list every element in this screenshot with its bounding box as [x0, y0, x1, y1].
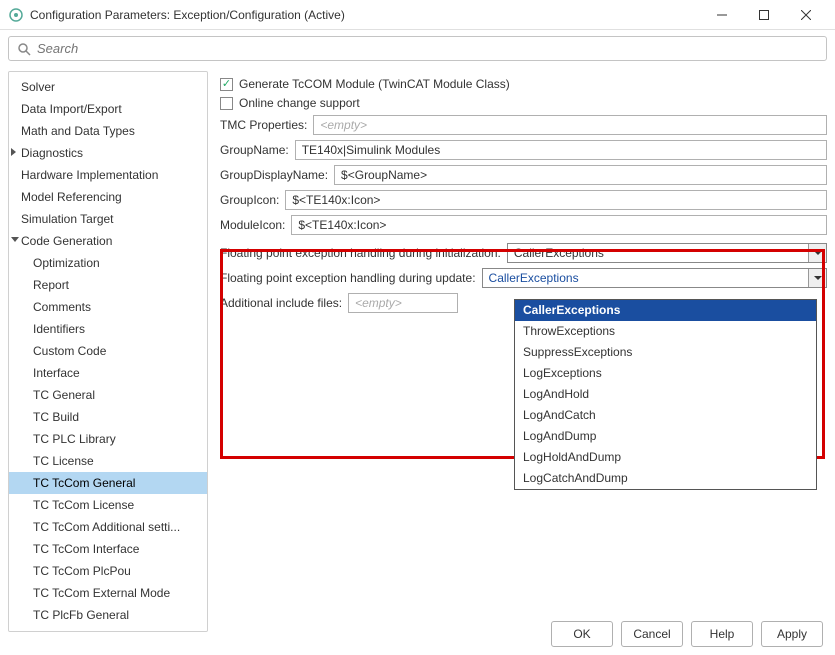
search-icon — [17, 42, 31, 56]
fp-update-label: Floating point exception handling during… — [220, 271, 476, 285]
sidebar-item[interactable]: TC TcCom Additional setti... — [9, 516, 207, 538]
sidebar-item[interactable]: Simulation Target — [9, 208, 207, 230]
fp-init-select[interactable]: CallerExceptions — [507, 243, 827, 263]
sidebar: SolverData Import/ExportMath and Data Ty… — [8, 71, 208, 632]
content-panel: Generate TcCOM Module (TwinCAT Module Cl… — [208, 71, 827, 632]
minimize-button[interactable] — [701, 1, 743, 29]
ok-button[interactable]: OK — [551, 621, 613, 647]
dropdown-option[interactable]: LogAndHold — [515, 384, 816, 405]
online-change-label: Online change support — [239, 96, 360, 110]
sidebar-item[interactable]: TC PlcFb Additional settings — [9, 626, 207, 632]
group-display-name-label: GroupDisplayName: — [220, 168, 328, 182]
group-display-name-row: GroupDisplayName: $<GroupName> — [220, 165, 827, 185]
window-title: Configuration Parameters: Exception/Conf… — [30, 8, 701, 22]
sidebar-item[interactable]: TC TcCom Interface — [9, 538, 207, 560]
dropdown-option[interactable]: LogCatchAndDump — [515, 468, 816, 489]
chevron-down-icon — [808, 244, 826, 262]
titlebar: Configuration Parameters: Exception/Conf… — [0, 0, 835, 30]
tmc-properties-label: TMC Properties: — [220, 118, 307, 132]
search-input[interactable] — [37, 41, 818, 56]
search-box[interactable] — [8, 36, 827, 61]
dropdown-option[interactable]: LogExceptions — [515, 363, 816, 384]
chevron-down-icon — [808, 269, 826, 287]
additional-include-label: Additional include files: — [220, 296, 342, 310]
sidebar-item[interactable]: Code Generation — [9, 230, 207, 252]
fp-init-label: Floating point exception handling during… — [220, 246, 501, 260]
module-icon-input[interactable]: $<TE140x:Icon> — [291, 215, 827, 235]
online-change-checkbox[interactable] — [220, 97, 233, 110]
fp-update-row: Floating point exception handling during… — [220, 268, 827, 288]
generate-tccom-row: Generate TcCOM Module (TwinCAT Module Cl… — [220, 77, 827, 91]
tmc-properties-row: TMC Properties: <empty> — [220, 115, 827, 135]
sidebar-item[interactable]: Hardware Implementation — [9, 164, 207, 186]
fp-update-select[interactable]: CallerExceptions — [482, 268, 827, 288]
module-icon-row: ModuleIcon: $<TE140x:Icon> — [220, 215, 827, 235]
tmc-properties-input[interactable]: <empty> — [313, 115, 827, 135]
sidebar-item[interactable]: TC General — [9, 384, 207, 406]
group-icon-label: GroupIcon: — [220, 193, 279, 207]
generate-tccom-checkbox[interactable] — [220, 78, 233, 91]
online-change-row: Online change support — [220, 96, 827, 110]
dropdown-option[interactable]: LogAndCatch — [515, 405, 816, 426]
generate-tccom-label: Generate TcCOM Module (TwinCAT Module Cl… — [239, 77, 510, 91]
sidebar-item[interactable]: Report — [9, 274, 207, 296]
footer-buttons: OK Cancel Help Apply — [551, 621, 823, 647]
additional-include-input[interactable]: <empty> — [348, 293, 458, 313]
sidebar-item[interactable]: Comments — [9, 296, 207, 318]
sidebar-item[interactable]: TC PlcFb General — [9, 604, 207, 626]
apply-button[interactable]: Apply — [761, 621, 823, 647]
dropdown-option[interactable]: LogHoldAndDump — [515, 447, 816, 468]
sidebar-item[interactable]: Interface — [9, 362, 207, 384]
group-name-input[interactable]: TE140x|Simulink Modules — [295, 140, 827, 160]
help-button[interactable]: Help — [691, 621, 753, 647]
cancel-button[interactable]: Cancel — [621, 621, 683, 647]
sidebar-item[interactable]: TC TcCom PlcPou — [9, 560, 207, 582]
group-display-name-input[interactable]: $<GroupName> — [334, 165, 827, 185]
sidebar-item[interactable]: Data Import/Export — [9, 98, 207, 120]
sidebar-item[interactable]: TC TcCom General — [9, 472, 207, 494]
sidebar-item[interactable]: TC TcCom License — [9, 494, 207, 516]
sidebar-item[interactable]: Custom Code — [9, 340, 207, 362]
fp-update-dropdown[interactable]: CallerExceptionsThrowExceptionsSuppressE… — [514, 299, 817, 490]
maximize-button[interactable] — [743, 1, 785, 29]
sidebar-item[interactable]: Identifiers — [9, 318, 207, 340]
fp-init-value: CallerExceptions — [514, 246, 604, 260]
dropdown-option[interactable]: LogAndDump — [515, 426, 816, 447]
dropdown-option[interactable]: ThrowExceptions — [515, 321, 816, 342]
fp-init-row: Floating point exception handling during… — [220, 243, 827, 263]
group-icon-row: GroupIcon: $<TE140x:Icon> — [220, 190, 827, 210]
sidebar-item[interactable]: Model Referencing — [9, 186, 207, 208]
dropdown-option[interactable]: SuppressExceptions — [515, 342, 816, 363]
search-container — [0, 30, 835, 67]
fp-update-value: CallerExceptions — [489, 271, 579, 285]
sidebar-item[interactable]: Diagnostics — [9, 142, 207, 164]
dropdown-option[interactable]: CallerExceptions — [515, 300, 816, 321]
sidebar-item[interactable]: TC TcCom External Mode — [9, 582, 207, 604]
close-button[interactable] — [785, 1, 827, 29]
sidebar-item[interactable]: TC Build — [9, 406, 207, 428]
sidebar-item[interactable]: TC License — [9, 450, 207, 472]
group-name-label: GroupName: — [220, 143, 289, 157]
group-name-row: GroupName: TE140x|Simulink Modules — [220, 140, 827, 160]
sidebar-item[interactable]: Solver — [9, 76, 207, 98]
sidebar-item[interactable]: Math and Data Types — [9, 120, 207, 142]
module-icon-label: ModuleIcon: — [220, 218, 285, 232]
sidebar-item[interactable]: TC PLC Library — [9, 428, 207, 450]
window-controls — [701, 1, 827, 29]
group-icon-input[interactable]: $<TE140x:Icon> — [285, 190, 827, 210]
app-icon — [8, 7, 24, 23]
sidebar-item[interactable]: Optimization — [9, 252, 207, 274]
